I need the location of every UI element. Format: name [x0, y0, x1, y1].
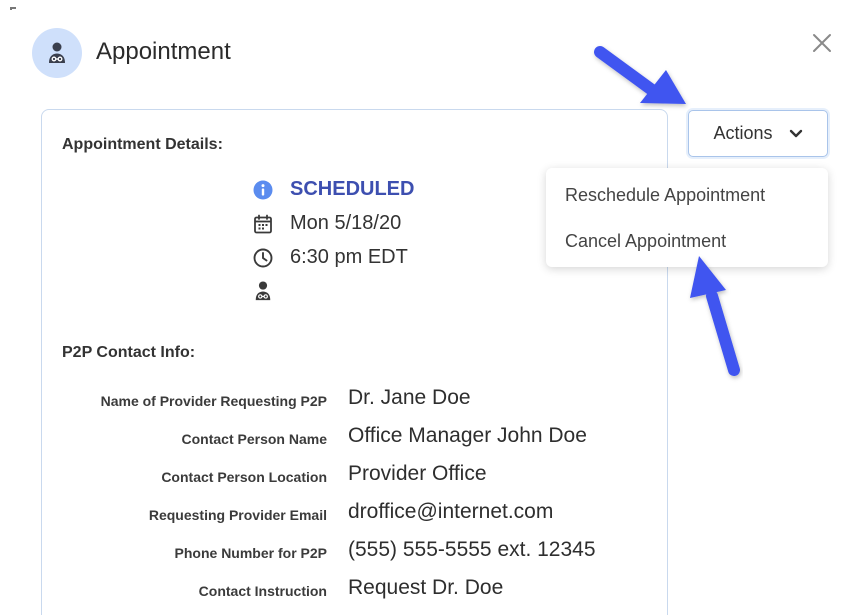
info-value: droffice@internet.com — [348, 500, 554, 523]
status-badge: SCHEDULED — [290, 178, 415, 200]
info-value: Office Manager John Doe — [348, 424, 587, 447]
date-row: Mon 5/18/20 — [252, 212, 401, 235]
info-label: Contact Person Location — [161, 469, 327, 485]
avatar — [32, 28, 82, 78]
info-label: Contact Instruction — [198, 583, 327, 599]
info-row: Name of Provider Requesting P2P Dr. Jane… — [42, 384, 669, 414]
info-value: Dr. Jane Doe — [348, 386, 471, 409]
actions-menu: Reschedule Appointment Cancel Appointmen… — [546, 168, 828, 267]
doctor-icon — [255, 281, 271, 301]
info-row: Phone Number for P2P (555) 555-5555 ext.… — [42, 536, 669, 566]
info-value: Request Dr. Doe — [348, 576, 504, 599]
actions-dropdown-button[interactable]: Actions — [688, 110, 828, 157]
info-label: Name of Provider Requesting P2P — [100, 393, 327, 409]
appointment-time: 6:30 pm EDT — [290, 246, 408, 268]
calendar-icon — [254, 214, 272, 233]
close-icon — [813, 34, 831, 52]
info-row: Contact Person Name Office Manager John … — [42, 422, 669, 452]
info-label: Phone Number for P2P — [174, 545, 327, 561]
info-value: (555) 555-5555 ext. 12345 — [348, 538, 596, 561]
appointment-date: Mon 5/18/20 — [290, 212, 402, 234]
appointment-details-heading: Appointment Details: — [62, 136, 223, 153]
time-row: 6:30 pm EDT — [252, 246, 408, 269]
status-row: SCHEDULED — [252, 178, 414, 201]
actions-label: Actions — [713, 123, 773, 143]
info-label: Requesting Provider Email — [148, 507, 327, 523]
menu-item-reschedule-appointment[interactable]: Reschedule Appointment — [565, 185, 765, 206]
doctor-icon — [49, 42, 65, 63]
close-button[interactable] — [809, 30, 835, 56]
arrow-to-actions — [594, 46, 686, 104]
corner-mark — [10, 7, 16, 10]
info-row: Contact Instruction Request Dr. Doe — [42, 574, 669, 604]
info-row: Contact Person Location Provider Office — [42, 460, 669, 490]
clock-icon — [253, 248, 273, 267]
info-value: Provider Office — [348, 462, 487, 485]
chevron-down-icon — [789, 129, 802, 137]
arrow-to-cancel — [690, 256, 740, 376]
provider-row — [252, 280, 290, 302]
menu-item-cancel-appointment[interactable]: Cancel Appointment — [565, 231, 726, 252]
dialog-title: Appointment — [96, 38, 231, 65]
info-icon — [253, 180, 273, 199]
p2p-contact-heading: P2P Contact Info: — [62, 344, 196, 361]
info-label: Contact Person Name — [181, 431, 327, 447]
info-row: Requesting Provider Email droffice@inter… — [42, 498, 669, 528]
